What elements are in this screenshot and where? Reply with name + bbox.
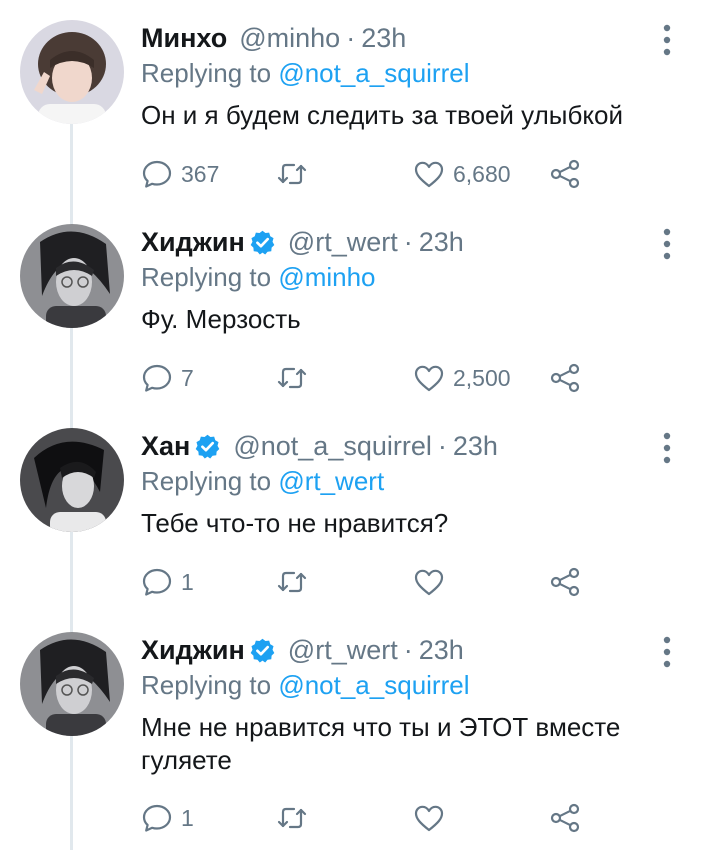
replying-to-label: Replying to xyxy=(141,466,272,496)
retweet-button[interactable] xyxy=(276,798,316,838)
verified-badge-icon xyxy=(194,433,221,460)
reply-icon xyxy=(142,160,172,188)
more-options-button[interactable] xyxy=(655,226,679,262)
avatar[interactable] xyxy=(20,224,124,328)
action-bar: 7 2,500 xyxy=(141,358,601,398)
tweet[interactable]: Минхо @minho · 23h Replying to @not_a_sq… xyxy=(0,0,720,204)
tweet-text: Фу. Мерзость xyxy=(141,304,301,334)
display-name[interactable]: Хиджин xyxy=(141,635,245,666)
timestamp[interactable]: 23h xyxy=(419,635,464,666)
more-options-button[interactable] xyxy=(655,634,679,670)
replying-to-line: Replying to @not_a_squirrel xyxy=(141,55,660,91)
replying-to-mention[interactable]: @minho xyxy=(278,262,375,292)
tweet[interactable]: Хан @not_a_squirrel · 23h Replying to @r… xyxy=(0,408,720,612)
avatar[interactable] xyxy=(20,428,124,532)
like-count: 2,500 xyxy=(453,364,511,391)
retweet-icon xyxy=(277,367,307,389)
reply-count: 1 xyxy=(181,568,194,595)
share-icon xyxy=(550,803,580,833)
user-handle[interactable]: @not_a_squirrel xyxy=(233,431,432,462)
more-icon xyxy=(663,636,671,668)
separator: · xyxy=(346,22,356,53)
display-name[interactable]: Хан xyxy=(141,431,190,462)
share-button[interactable] xyxy=(549,562,581,602)
retweet-icon xyxy=(277,807,307,829)
reply-button[interactable]: 367 xyxy=(141,154,219,194)
like-icon xyxy=(414,805,444,832)
verified-badge-icon xyxy=(249,229,276,256)
timestamp[interactable]: 23h xyxy=(419,227,464,258)
more-icon xyxy=(663,24,671,56)
replying-to-label: Replying to xyxy=(141,670,272,700)
more-icon xyxy=(663,228,671,260)
tweet-text: Он и я будем следить за твоей улыбкой xyxy=(141,100,624,130)
tweet-text: Тебе что-то не нравится? xyxy=(141,508,449,538)
replying-to-line: Replying to @not_a_squirrel xyxy=(141,667,660,703)
replying-to-line: Replying to @rt_wert xyxy=(141,463,660,499)
reply-button[interactable]: 1 xyxy=(141,562,194,602)
replying-to-label: Replying to xyxy=(141,262,272,292)
timestamp[interactable]: 23h xyxy=(361,23,406,54)
share-button[interactable] xyxy=(549,154,581,194)
reply-count: 7 xyxy=(181,364,194,391)
more-options-button[interactable] xyxy=(655,430,679,466)
separator: · xyxy=(403,226,413,257)
share-icon xyxy=(550,567,580,597)
separator: · xyxy=(403,634,413,665)
reply-count: 367 xyxy=(181,160,220,187)
like-button[interactable] xyxy=(413,562,453,602)
reply-button[interactable]: 1 xyxy=(141,798,194,838)
separator: · xyxy=(437,430,447,461)
retweet-icon xyxy=(277,571,307,593)
display-name[interactable]: Минхо xyxy=(141,23,227,54)
action-bar: 1 xyxy=(141,798,601,838)
tweet[interactable]: Хиджин @rt_wert · 23h Replying to @minho… xyxy=(0,204,720,408)
more-options-button[interactable] xyxy=(655,22,679,58)
share-icon xyxy=(550,363,580,393)
share-icon xyxy=(550,159,580,189)
replying-to-label: Replying to xyxy=(141,58,272,88)
reply-icon xyxy=(142,804,172,832)
reply-icon xyxy=(142,568,172,596)
retweet-button[interactable] xyxy=(276,562,316,602)
retweet-button[interactable] xyxy=(276,358,316,398)
reply-button[interactable]: 7 xyxy=(141,358,194,398)
like-icon xyxy=(414,161,444,188)
like-button[interactable]: 2,500 xyxy=(413,358,511,398)
like-icon xyxy=(414,365,444,392)
share-button[interactable] xyxy=(549,358,581,398)
like-count: 6,680 xyxy=(453,160,511,187)
verified-badge-icon xyxy=(249,637,276,664)
retweet-button[interactable] xyxy=(276,154,316,194)
avatar[interactable] xyxy=(20,632,124,736)
action-bar: 1 xyxy=(141,562,601,602)
reply-icon xyxy=(142,364,172,392)
user-handle[interactable]: @rt_wert xyxy=(288,635,398,666)
retweet-icon xyxy=(277,163,307,185)
timestamp[interactable]: 23h xyxy=(453,431,498,462)
share-button[interactable] xyxy=(549,798,581,838)
replying-to-line: Replying to @minho xyxy=(141,259,660,295)
user-handle[interactable]: @rt_wert xyxy=(288,227,398,258)
like-button[interactable]: 6,680 xyxy=(413,154,511,194)
tweet[interactable]: Хиджин @rt_wert · 23h Replying to @not_a… xyxy=(0,612,720,850)
tweet-text: Мне не нравится что ты и ЭТОТ вместе гул… xyxy=(141,712,621,775)
reply-count: 1 xyxy=(181,804,194,831)
like-button[interactable] xyxy=(413,798,453,838)
replying-to-mention[interactable]: @rt_wert xyxy=(278,466,384,496)
action-bar: 367 6,680 xyxy=(141,154,601,194)
replying-to-mention[interactable]: @not_a_squirrel xyxy=(278,670,469,700)
like-icon xyxy=(414,569,444,596)
display-name[interactable]: Хиджин xyxy=(141,227,245,258)
more-icon xyxy=(663,432,671,464)
avatar[interactable] xyxy=(20,20,124,124)
replying-to-mention[interactable]: @not_a_squirrel xyxy=(278,58,469,88)
user-handle[interactable]: @minho xyxy=(239,23,340,54)
